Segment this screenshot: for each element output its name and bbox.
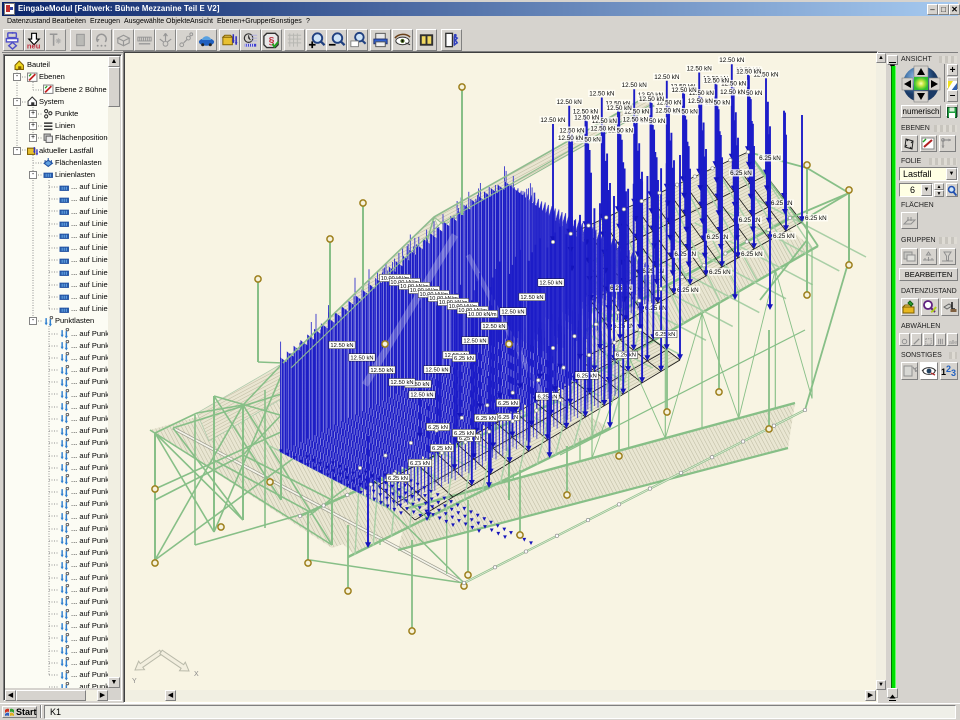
svg-text:12.50 kN: 12.50 kN: [539, 281, 562, 287]
svg-text:12.50 kN: 12.50 kN: [370, 368, 393, 374]
svg-text:6.25 kN: 6.25 kN: [498, 401, 518, 407]
svg-text:12.50 kN: 12.50 kN: [671, 87, 697, 94]
svg-text:10.00 kN/m: 10.00 kN/m: [468, 312, 497, 318]
svg-text:12.50 kN: 12.50 kN: [350, 355, 373, 361]
svg-text:6.25 kN: 6.25 kN: [707, 234, 729, 241]
svg-text:6.25 kN: 6.25 kN: [454, 431, 474, 437]
svg-text:12.50 kN: 12.50 kN: [687, 66, 713, 73]
svg-text:12.50 kN: 12.50 kN: [654, 74, 680, 81]
svg-text:12.50 kN: 12.50 kN: [501, 310, 524, 316]
svg-text:12.50 kN: 12.50 kN: [330, 343, 353, 349]
svg-text:12.50 kN: 12.50 kN: [639, 96, 665, 103]
svg-text:6.25 kN: 6.25 kN: [771, 200, 793, 207]
svg-text:6.25 kN: 6.25 kN: [616, 353, 636, 359]
svg-text:12.50 kN: 12.50 kN: [623, 117, 649, 124]
svg-text:12.50 kN: 12.50 kN: [557, 99, 583, 106]
svg-text:12.50 kN: 12.50 kN: [607, 105, 633, 112]
svg-text:6.25 kN: 6.25 kN: [741, 251, 763, 258]
svg-text:6.25 kN: 6.25 kN: [709, 269, 731, 276]
svg-text:6.25 kN: 6.25 kN: [805, 215, 827, 222]
svg-text:Y: Y: [132, 678, 137, 685]
svg-text:12.50 kN: 12.50 kN: [574, 114, 600, 121]
svg-text:12.50 kN: 12.50 kN: [719, 57, 745, 64]
svg-text:6.25 kN: 6.25 kN: [454, 356, 474, 362]
svg-text:12.50 kN: 12.50 kN: [390, 380, 413, 386]
svg-text:12.50 kN: 12.50 kN: [720, 89, 746, 96]
svg-text:12.50 kN: 12.50 kN: [425, 368, 448, 374]
svg-text:12.50 kN: 12.50 kN: [520, 295, 543, 301]
svg-text:12.50 kN: 12.50 kN: [558, 135, 584, 142]
svg-text:12.50 kN: 12.50 kN: [463, 339, 486, 345]
svg-text:6.25 kN: 6.25 kN: [730, 170, 752, 177]
svg-text:12.50 kN: 12.50 kN: [540, 117, 566, 124]
svg-text:6.25 kN: 6.25 kN: [674, 251, 696, 258]
svg-text:12.50 kN: 12.50 kN: [410, 393, 433, 399]
svg-text:12.50 kN: 12.50 kN: [622, 82, 648, 89]
svg-text:6.25 kN: 6.25 kN: [655, 332, 675, 338]
svg-text:alle: alle: [949, 340, 957, 346]
svg-text:12.50 kN: 12.50 kN: [482, 324, 505, 330]
svg-text:12.50 kN: 12.50 kN: [704, 78, 730, 85]
svg-text:6.25 kN: 6.25 kN: [739, 217, 761, 224]
svg-text:12.50 kN: 12.50 kN: [655, 107, 681, 114]
svg-text:12.50 kN: 12.50 kN: [736, 69, 762, 76]
svg-text:3: 3: [951, 368, 956, 378]
svg-text:neu: neu: [27, 42, 41, 50]
svg-text:12.50 kN: 12.50 kN: [589, 91, 615, 98]
svg-text:6.25 kN: 6.25 kN: [773, 233, 795, 240]
svg-text:6.25 kN: 6.25 kN: [538, 394, 558, 400]
svg-text:6.25 kN: 6.25 kN: [388, 476, 408, 482]
svg-text:6.25 kN: 6.25 kN: [498, 415, 518, 421]
svg-text:12.50 kN: 12.50 kN: [590, 126, 616, 133]
svg-text:12.50 kN: 12.50 kN: [688, 98, 714, 105]
svg-text:6.25 kN: 6.25 kN: [577, 374, 597, 380]
svg-text:12.50 kN: 12.50 kN: [559, 127, 585, 134]
svg-text:6.25 kN: 6.25 kN: [476, 416, 496, 422]
svg-text:X: X: [194, 671, 199, 678]
svg-text:6.25 kN: 6.25 kN: [759, 155, 781, 162]
